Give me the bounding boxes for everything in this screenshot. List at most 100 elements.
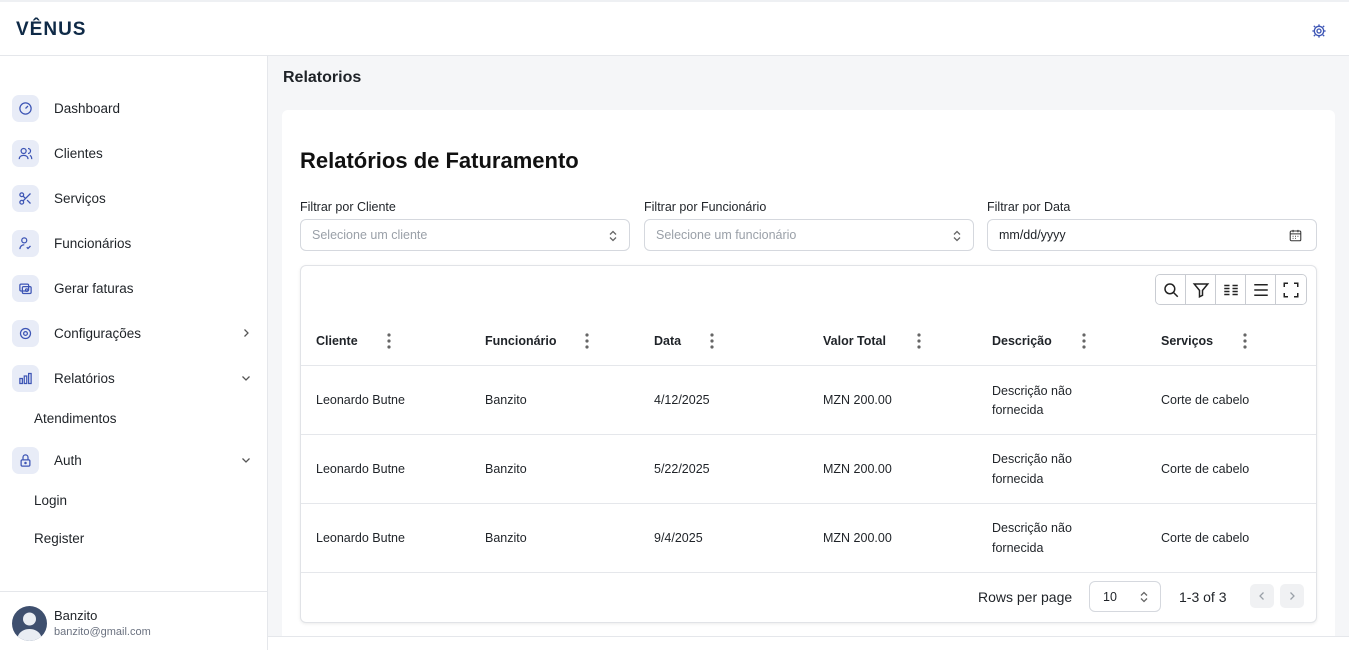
sidebar-subitem-login[interactable]: Login: [34, 493, 67, 508]
column-menu-icon[interactable]: [914, 332, 924, 350]
column-menu-icon[interactable]: [1240, 332, 1250, 350]
users-icon: [12, 139, 39, 167]
brand-logo[interactable]: VÊNUS: [16, 19, 86, 41]
column-menu-icon[interactable]: [582, 332, 592, 350]
invoice-icon: [12, 274, 39, 302]
sidebar-item-label: Dashboard: [54, 100, 121, 116]
report-card: Relatórios de Faturamento Filtrar por Cl…: [282, 110, 1335, 650]
cell-valor: MZN 200.00: [823, 393, 892, 407]
cell-valor: MZN 200.00: [823, 462, 892, 476]
sidebar-item-label: Funcionários: [54, 235, 132, 251]
chevron-right-icon: [244, 329, 249, 337]
dashboard-gauge-icon: [12, 94, 39, 122]
column-header-descricao[interactable]: Descrição: [992, 334, 1052, 348]
rows-per-page-label: Rows per page: [978, 589, 1073, 605]
filter-cliente-label: Filtrar por Cliente: [300, 200, 396, 214]
page-title: Relatorios: [283, 69, 362, 86]
filter-funcionario-select[interactable]: Selecione um funcionário: [644, 219, 974, 251]
cell-cliente: Leonardo Butne: [316, 393, 405, 407]
row-divider: [301, 434, 1316, 435]
sidebar-item-configuracoes[interactable]: Configurações: [12, 318, 256, 348]
column-header-funcionario[interactable]: Funcionário: [485, 334, 557, 348]
previous-page-button[interactable]: [1250, 584, 1274, 608]
sidebar-item-label: Clientes: [54, 145, 103, 161]
sidebar-item-gerar-faturas[interactable]: Gerar faturas: [12, 273, 256, 303]
cell-funcionario: Banzito: [485, 531, 527, 545]
search-button[interactable]: [1156, 275, 1186, 304]
cell-servicos: Corte de cabelo: [1161, 393, 1250, 407]
cell-valor: MZN 200.00: [823, 531, 892, 545]
cell-descricao-line1: Descrição não: [992, 384, 1072, 398]
sidebar-item-dashboard[interactable]: Dashboard: [12, 93, 256, 123]
next-page-button[interactable]: [1280, 584, 1304, 608]
sidebar-item-label: Relatórios: [54, 370, 115, 386]
column-header-valor-total[interactable]: Valor Total: [823, 334, 886, 348]
employee-icon: [12, 229, 39, 257]
pagination-count: 1-3 of 3: [1179, 589, 1227, 605]
column-menu-icon[interactable]: [384, 332, 394, 350]
filter-funcionario-placeholder: Selecione um funcionário: [656, 228, 797, 242]
filter-cliente-select[interactable]: Selecione um cliente: [300, 219, 630, 251]
column-header-servicos[interactable]: Serviços: [1161, 334, 1213, 348]
sidebar-item-clientes[interactable]: Clientes: [12, 138, 256, 168]
updown-chevron-icon: [1140, 591, 1148, 603]
sidebar-subitem-atendimentos[interactable]: Atendimentos: [34, 411, 117, 426]
sidebar-item-servicos[interactable]: Serviços: [12, 183, 256, 213]
cell-descricao-line2: fornecida: [992, 472, 1044, 486]
bar-chart-icon: [12, 364, 39, 392]
filter-data-value: mm/dd/yyyy: [999, 228, 1066, 242]
sidebar-item-label: Auth: [54, 452, 82, 468]
row-divider: [301, 503, 1316, 504]
updown-chevron-icon: [953, 230, 961, 242]
lock-icon: [12, 446, 39, 474]
chevron-right-icon: [1290, 592, 1295, 600]
columns-icon: [1223, 284, 1238, 295]
density-button[interactable]: [1246, 275, 1276, 304]
row-divider: [301, 572, 1316, 573]
filter-data-label: Filtrar por Data: [987, 200, 1071, 214]
chevron-left-icon: [1259, 592, 1264, 600]
cell-funcionario: Banzito: [485, 393, 527, 407]
settings-icon: [12, 319, 39, 347]
user-email: banzito@gmail.com: [54, 626, 151, 638]
columns-button[interactable]: [1216, 275, 1246, 304]
user-profile[interactable]: Banzito banzito@gmail.com: [0, 591, 267, 650]
avatar: [12, 606, 47, 641]
sidebar-subitem-register[interactable]: Register: [34, 531, 84, 546]
sidebar: Dashboard Clientes Serviços Funcionários…: [0, 56, 268, 650]
cell-data: 4/12/2025: [654, 393, 710, 407]
cell-data: 5/22/2025: [654, 462, 710, 476]
top-bar: VÊNUS: [0, 0, 1349, 56]
cell-funcionario: Banzito: [485, 462, 527, 476]
chevron-down-icon: [242, 376, 250, 381]
cell-servicos: Corte de cabelo: [1161, 531, 1250, 545]
chevron-down-icon: [242, 458, 250, 463]
cell-cliente: Leonardo Butne: [316, 462, 405, 476]
data-table: Cliente Funcionário Data Valor Total Des…: [300, 265, 1317, 623]
cell-descricao-line1: Descrição não: [992, 452, 1072, 466]
sidebar-item-label: Gerar faturas: [54, 280, 134, 296]
filter-data-input[interactable]: mm/dd/yyyy: [987, 219, 1317, 251]
calendar-icon[interactable]: [1289, 229, 1302, 242]
sidebar-item-label: Configurações: [54, 325, 142, 341]
settings-gear-icon[interactable]: [1311, 23, 1327, 39]
scissors-icon: [12, 184, 39, 212]
fullscreen-button[interactable]: [1276, 275, 1306, 304]
rows-per-page-value: 10: [1103, 589, 1117, 604]
filter-icon: [1192, 282, 1209, 298]
sidebar-item-relatorios[interactable]: Relatórios: [12, 363, 256, 393]
column-header-data[interactable]: Data: [654, 334, 681, 348]
column-menu-icon[interactable]: [707, 332, 717, 350]
density-icon: [1253, 283, 1268, 296]
footer-strip: [268, 636, 1349, 650]
cell-data: 9/4/2025: [654, 531, 703, 545]
column-header-cliente[interactable]: Cliente: [316, 334, 358, 348]
filter-button[interactable]: [1186, 275, 1216, 304]
sidebar-item-auth[interactable]: Auth: [12, 445, 256, 475]
cell-descricao-line2: fornecida: [992, 403, 1044, 417]
rows-per-page-select[interactable]: 10: [1089, 581, 1161, 612]
column-menu-icon[interactable]: [1079, 332, 1089, 350]
sidebar-item-label: Serviços: [54, 190, 106, 206]
sidebar-item-funcionarios[interactable]: Funcionários: [12, 228, 256, 258]
cell-cliente: Leonardo Butne: [316, 531, 405, 545]
